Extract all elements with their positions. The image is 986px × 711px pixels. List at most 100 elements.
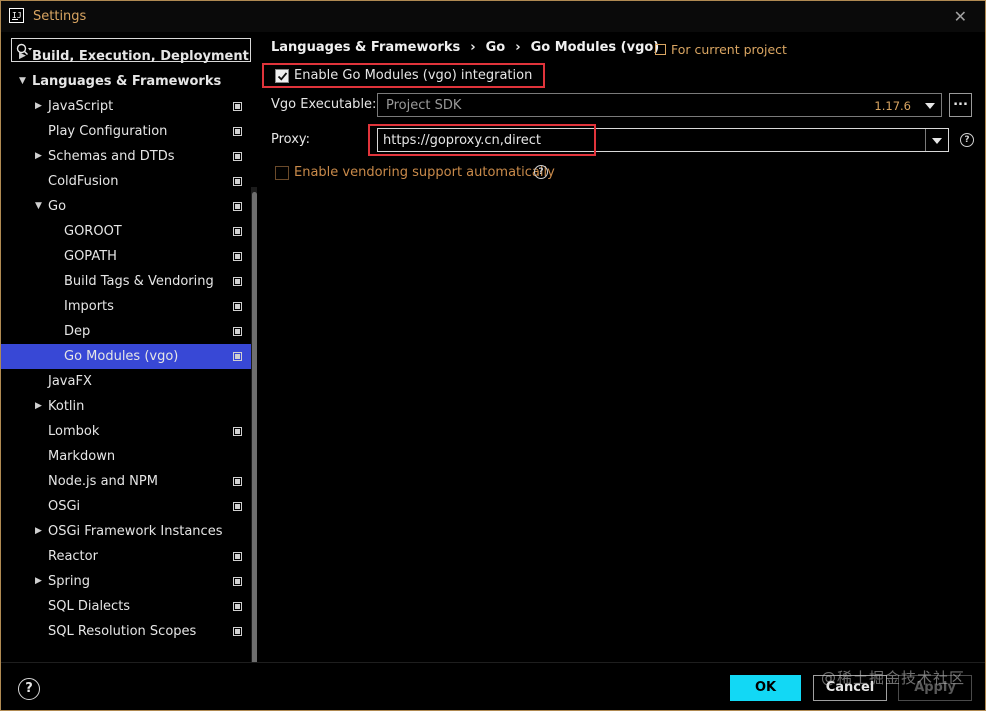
window-title: Settings bbox=[33, 9, 87, 24]
sidebar-item[interactable]: GOPATH bbox=[1, 244, 251, 269]
sidebar-item-label: GOROOT bbox=[64, 224, 122, 239]
sidebar-item[interactable]: Play Configuration bbox=[1, 119, 251, 144]
chevron-down-icon[interactable] bbox=[919, 94, 941, 116]
sidebar-item-label: Dep bbox=[64, 324, 91, 339]
sidebar-item-label: Build Tags & Vendoring bbox=[64, 274, 214, 289]
sidebar-item-label: GOPATH bbox=[64, 249, 117, 264]
proxy-help-icon[interactable]: ? bbox=[960, 133, 974, 147]
for-current-project-note: For current project bbox=[655, 42, 787, 57]
sidebar-item[interactable]: ▼ Go bbox=[1, 194, 251, 219]
sidebar-item[interactable]: Node.js and NPM bbox=[1, 469, 251, 494]
collapsed-arrow-icon[interactable]: ▶ bbox=[35, 94, 42, 119]
highlight-box-proxy bbox=[368, 124, 596, 156]
project-scope-icon bbox=[233, 102, 242, 111]
project-scope-icon bbox=[233, 277, 242, 286]
sidebar-item[interactable]: JavaFX bbox=[1, 369, 251, 394]
project-scope-icon bbox=[233, 477, 242, 486]
vendoring-checkbox[interactable] bbox=[275, 166, 289, 180]
sidebar-item-label: JavaFX bbox=[48, 374, 92, 389]
title-bar: IJ Settings ✕ bbox=[1, 1, 985, 32]
enable-vgo-label: Enable Go Modules (vgo) integration bbox=[294, 68, 533, 83]
sidebar-item[interactable]: SQL Resolution Scopes bbox=[1, 619, 251, 644]
dialog-footer: ? OK Cancel Apply @稀土掘金技术社区 bbox=[1, 662, 985, 711]
sidebar-item[interactable]: ▶ JavaScript bbox=[1, 94, 251, 119]
breadcrumb-separator: › bbox=[515, 40, 521, 55]
sidebar-item[interactable]: ▶ Build, Execution, Deployment bbox=[1, 44, 251, 69]
expanded-arrow-icon[interactable]: ▼ bbox=[19, 69, 26, 94]
project-scope-icon bbox=[233, 152, 242, 161]
sidebar-item-label: Spring bbox=[48, 574, 90, 589]
sidebar-item[interactable]: Go Modules (vgo) bbox=[1, 344, 251, 369]
project-scope-icon bbox=[233, 202, 242, 211]
sidebar-item-label: Node.js and NPM bbox=[48, 474, 158, 489]
breadcrumb-languages: Languages & Frameworks bbox=[271, 40, 461, 55]
collapsed-arrow-icon[interactable]: ▶ bbox=[35, 569, 42, 594]
sidebar-item-label: SQL Resolution Scopes bbox=[48, 624, 197, 639]
sidebar-item[interactable]: ▶ Schemas and DTDs bbox=[1, 144, 251, 169]
breadcrumb-go-modules: Go Modules (vgo) bbox=[530, 40, 660, 55]
settings-window: IJ Settings ✕ ▶ Build, Execution, Deploym… bbox=[0, 0, 986, 711]
sidebar-item[interactable]: SQL Dialects bbox=[1, 594, 251, 619]
sidebar-item-label: ColdFusion bbox=[48, 174, 119, 189]
browse-button[interactable]: ... bbox=[949, 93, 972, 117]
sidebar-item[interactable]: GOROOT bbox=[1, 219, 251, 244]
checkmark-icon bbox=[277, 72, 288, 81]
collapsed-arrow-icon[interactable]: ▶ bbox=[35, 394, 42, 419]
project-scope-icon bbox=[655, 44, 666, 55]
for-current-project-label: For current project bbox=[671, 42, 787, 57]
chevron-down-icon[interactable] bbox=[926, 129, 948, 151]
watermark: @稀土掘金技术社区 bbox=[821, 669, 966, 687]
vgo-executable-label: Vgo Executable: bbox=[271, 97, 377, 112]
breadcrumb-separator: › bbox=[470, 40, 476, 55]
sidebar-item[interactable]: ▶ Kotlin bbox=[1, 394, 251, 419]
collapsed-arrow-icon[interactable]: ▶ bbox=[35, 144, 42, 169]
vgo-executable-value: Project SDK bbox=[386, 98, 462, 113]
project-scope-icon bbox=[233, 502, 242, 511]
sidebar-item-label: SQL Dialects bbox=[48, 599, 131, 614]
sdk-version: 1.17.6 bbox=[874, 99, 911, 113]
sidebar-item[interactable]: ▶ OSGi Framework Instances bbox=[1, 519, 251, 544]
ok-button[interactable]: OK bbox=[730, 675, 801, 701]
project-scope-icon bbox=[233, 127, 242, 136]
project-scope-icon bbox=[233, 627, 242, 636]
settings-content: Languages & Frameworks › Go › Go Modules (vg… bbox=[257, 32, 985, 662]
project-scope-icon bbox=[233, 252, 242, 261]
sidebar-item[interactable]: ▶ Spring bbox=[1, 569, 251, 594]
settings-sidebar: ▶ Build, Execution, Deployment ▼ Languages … bbox=[1, 32, 257, 662]
enable-vgo-checkbox[interactable] bbox=[275, 69, 289, 83]
vendoring-help-icon[interactable]: ? bbox=[534, 165, 548, 179]
sidebar-item-label: OSGi bbox=[48, 499, 81, 514]
project-scope-icon bbox=[233, 577, 242, 586]
sidebar-item[interactable]: OSGi bbox=[1, 494, 251, 519]
sidebar-item-label: OSGi Framework Instances bbox=[48, 524, 223, 539]
sidebar-item-label: JavaScript bbox=[48, 99, 114, 114]
sidebar-item-label: Imports bbox=[64, 299, 114, 314]
sidebar-item[interactable]: Markdown bbox=[1, 444, 251, 469]
sidebar-item-label: Schemas and DTDs bbox=[48, 149, 175, 164]
project-scope-icon bbox=[233, 327, 242, 336]
sidebar-item-label: Build, Execution, Deployment bbox=[32, 49, 249, 64]
collapsed-arrow-icon[interactable]: ▶ bbox=[19, 44, 26, 69]
sidebar-item-label: Markdown bbox=[48, 449, 116, 464]
sidebar-item[interactable]: ▼ Languages & Frameworks bbox=[1, 69, 251, 94]
intellij-app-icon: IJ bbox=[9, 8, 24, 23]
project-scope-icon bbox=[233, 352, 242, 361]
sidebar-item[interactable]: Reactor bbox=[1, 544, 251, 569]
expanded-arrow-icon[interactable]: ▼ bbox=[35, 194, 42, 219]
sidebar-item[interactable]: ColdFusion bbox=[1, 169, 251, 194]
sidebar-item[interactable]: Build Tags & Vendoring bbox=[1, 269, 251, 294]
project-scope-icon bbox=[233, 227, 242, 236]
project-scope-icon bbox=[233, 602, 242, 611]
sidebar-item-label: Play Configuration bbox=[48, 124, 168, 139]
sidebar-item-label: Kotlin bbox=[48, 399, 85, 414]
sidebar-item[interactable]: Dep bbox=[1, 319, 251, 344]
vgo-executable-combobox[interactable]: Project SDK 1.17.6 bbox=[377, 93, 942, 117]
close-button[interactable]: ✕ bbox=[954, 7, 967, 26]
sidebar-item[interactable]: Lombok bbox=[1, 419, 251, 444]
help-button[interactable]: ? bbox=[18, 678, 40, 700]
collapsed-arrow-icon[interactable]: ▶ bbox=[35, 519, 42, 544]
sidebar-item[interactable]: Imports bbox=[1, 294, 251, 319]
project-scope-icon bbox=[233, 177, 242, 186]
project-scope-icon bbox=[233, 302, 242, 311]
vendoring-label: Enable vendoring support automatically bbox=[294, 165, 555, 180]
